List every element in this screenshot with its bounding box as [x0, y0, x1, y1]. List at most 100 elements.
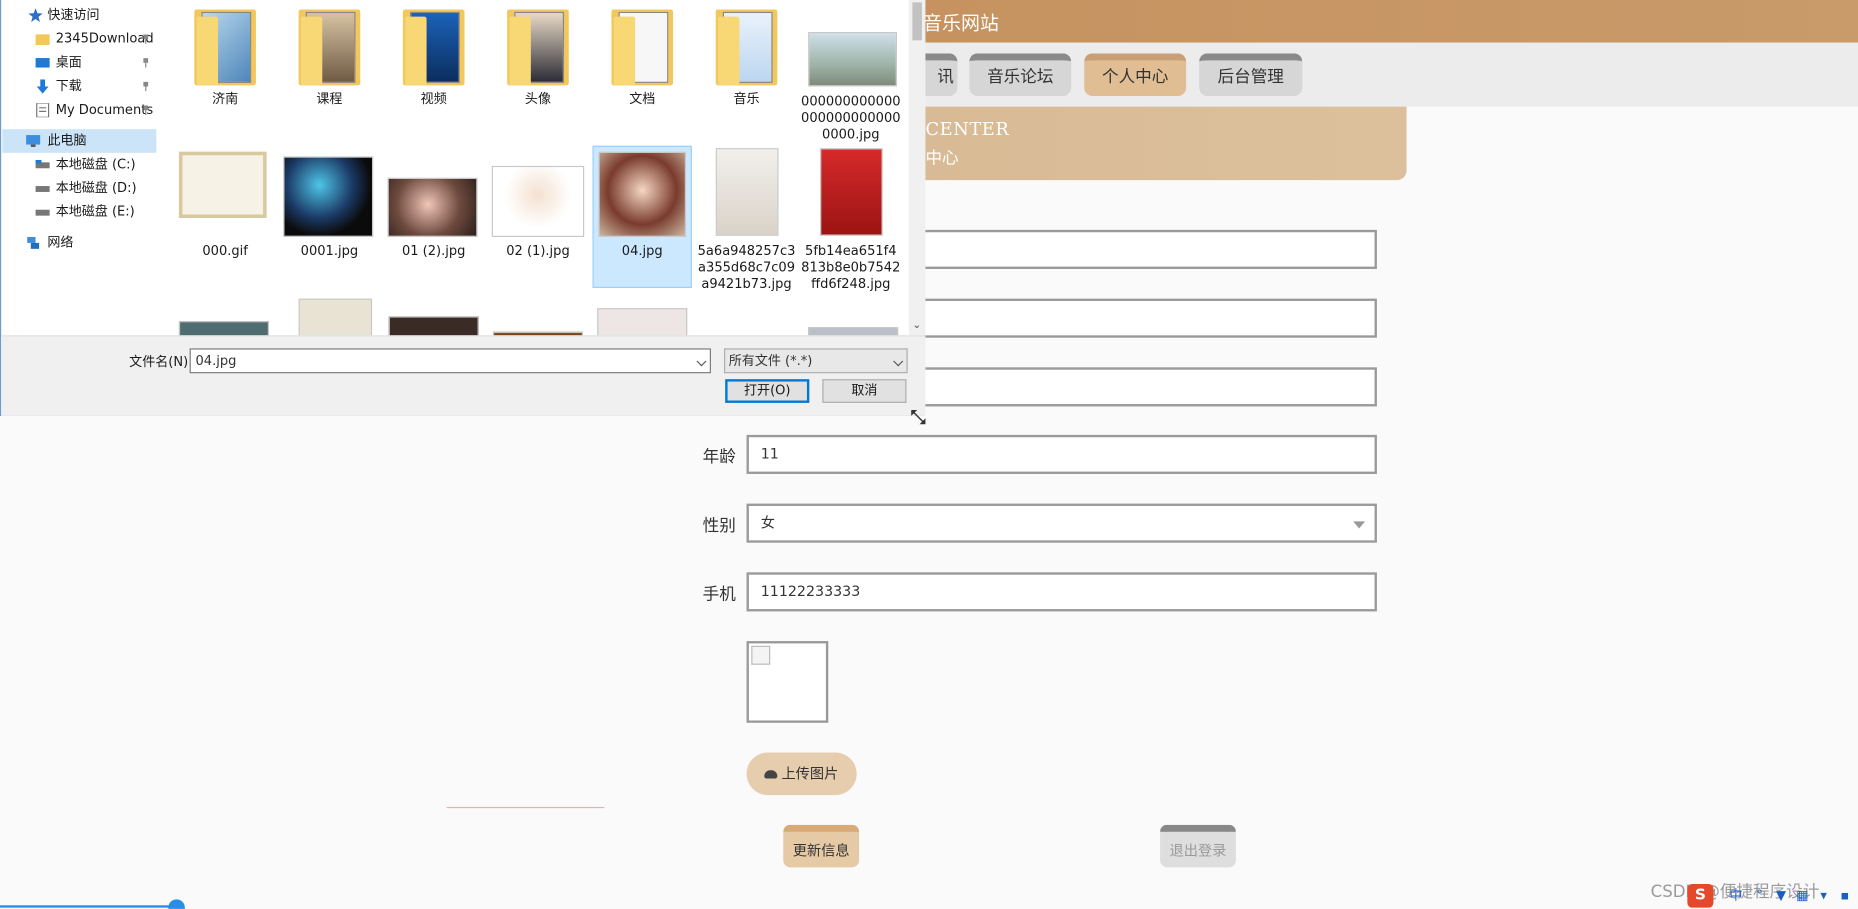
keyboard-icon[interactable]: ▦	[1794, 888, 1811, 905]
scrollbar[interactable]: ⌄	[908, 0, 926, 336]
chevron-down-icon	[1353, 521, 1366, 529]
folder-tile[interactable]: 头像	[488, 0, 588, 142]
punctuation-icon[interactable]: °	[1751, 888, 1768, 905]
microphone-icon[interactable]: ▼	[1773, 888, 1790, 905]
pin-icon	[143, 58, 149, 68]
gender-select-value: 女	[760, 514, 775, 531]
image-thumbnail[interactable]	[178, 321, 269, 336]
site-title: 音乐网站	[923, 11, 999, 35]
nav-drive-e[interactable]: 本地磁盘 (E:)	[2, 200, 156, 224]
gender-select[interactable]: 女	[746, 503, 1377, 543]
filename-value: 04.jpg	[195, 353, 237, 369]
image-thumbnail[interactable]	[808, 327, 899, 336]
open-button[interactable]: 打开(O)	[725, 379, 810, 403]
drive-icon	[35, 209, 50, 216]
cancel-button-label: 取消	[851, 382, 878, 399]
folder-tile[interactable]: 课程	[280, 0, 380, 142]
nav-drive-label: 本地磁盘 (C:)	[55, 156, 136, 172]
avatar-preview	[746, 641, 829, 723]
folder-tile[interactable]: 文档	[592, 0, 692, 142]
folder-tile[interactable]: 音乐	[697, 0, 797, 142]
nav-tab-admin[interactable]: 后台管理	[1199, 53, 1303, 96]
file-open-dialog: 快速访问 2345Download 桌面 下载 My Documents 此电脑…	[0, 0, 926, 416]
nav-tab-news-label: 讯	[937, 67, 954, 87]
nav-pinned-2345download[interactable]: 2345Download	[2, 27, 156, 51]
shirt-icon[interactable]: ▾	[1815, 888, 1832, 905]
image-thumbnail	[808, 31, 898, 87]
resize-cursor-icon[interactable]	[910, 409, 927, 426]
dialog-footer: 文件名(N): 04.jpg 所有文件 (*.*) 打开(O) 取消	[1, 335, 926, 416]
nav-this-pc-label: 此电脑	[47, 132, 87, 149]
filename-input[interactable]: 04.jpg	[189, 348, 711, 374]
nav-drive-d[interactable]: 本地磁盘 (D:)	[2, 177, 156, 201]
banner-title-cn: 中心	[925, 149, 959, 169]
image-thumbnail[interactable]	[388, 316, 479, 336]
folder-tile[interactable]: 视频	[384, 0, 484, 142]
gender-label: 性别	[702, 516, 736, 536]
image-thumbnail[interactable]	[298, 298, 373, 336]
nav-tab-music-forum-label: 音乐论坛	[987, 67, 1054, 87]
screen: 音乐网站 讯 音乐论坛 个人中心 后台管理 CENTER 中心 年龄 11 性别…	[0, 0, 1858, 909]
scroll-down-icon[interactable]: ⌄	[912, 320, 921, 332]
star-icon	[28, 8, 43, 23]
age-input[interactable]: 11	[746, 434, 1377, 474]
file-name: 01 (2).jpg	[401, 242, 466, 259]
document-icon	[36, 103, 50, 118]
image-thumbnail[interactable]	[597, 308, 688, 336]
download-arrow-icon	[36, 79, 49, 94]
upload-image-button[interactable]: 上传图片	[746, 752, 857, 796]
nav-pinned-label: 桌面	[55, 54, 82, 70]
logout-button[interactable]: 退出登录	[1160, 824, 1236, 868]
file-tile[interactable]: 02 (1).jpg	[488, 146, 588, 288]
nav-pinned-label: 下载	[55, 78, 82, 94]
nav-pinned-downloads[interactable]: 下载	[2, 75, 156, 99]
divider	[446, 806, 605, 809]
phone-input[interactable]: 11122233333	[746, 572, 1377, 612]
broken-image-icon	[751, 645, 771, 665]
ime-mode-icon[interactable]: 中	[1728, 888, 1745, 905]
nav-quick-access-label: 快速访问	[47, 7, 100, 23]
chevron-down-icon	[893, 356, 904, 367]
nav-quick-access[interactable]: 快速访问	[2, 4, 156, 28]
folder-name: 课程	[316, 91, 343, 107]
cloud-upload-icon	[764, 770, 778, 779]
nav-pinned-desktop[interactable]: 桌面	[2, 51, 156, 75]
nav-network[interactable]: 网络	[2, 231, 156, 255]
file-name: 04.jpg	[621, 242, 663, 259]
filetype-value: 所有文件 (*.*)	[728, 353, 813, 369]
nav-drive-c[interactable]: 本地磁盘 (C:)	[2, 153, 156, 177]
filetype-select[interactable]: 所有文件 (*.*)	[724, 348, 908, 374]
nav-drive-label: 本地磁盘 (E:)	[55, 203, 135, 220]
file-tile[interactable]: 000.gif	[175, 146, 275, 288]
file-tile[interactable]: 0001.jpg	[280, 146, 380, 288]
toolbox-icon[interactable]: ▪	[1837, 888, 1854, 905]
open-button-label: 打开(O)	[744, 382, 791, 399]
update-info-button[interactable]: 更新信息	[783, 824, 860, 868]
system-tray: S 中 ° ▼ ▦ ▾ ▪	[1687, 883, 1858, 909]
nav-this-pc[interactable]: 此电脑	[2, 129, 157, 153]
file-name: 5a6a948257c3a355d68c7c09a9421b73.jpg	[697, 242, 796, 292]
nav-tab-music-forum[interactable]: 音乐论坛	[969, 53, 1072, 96]
image-thumbnail	[715, 148, 779, 236]
pin-icon	[143, 34, 149, 44]
nav-tab-personal-center[interactable]: 个人中心	[1084, 53, 1187, 96]
file-tile[interactable]: 5a6a948257c3a355d68c7c09a9421b73.jpg	[697, 146, 797, 291]
file-tile[interactable]: 5fb14ea651f4813b8e0b7542ffd6f248.jpg	[801, 146, 901, 291]
banner-title-en: CENTER	[925, 118, 1010, 140]
scroll-thumb[interactable]	[912, 2, 922, 41]
nav-pinned-label: My Documents	[55, 101, 154, 118]
folder-tile[interactable]: 济南	[175, 0, 275, 142]
nav-tab-admin-label: 后台管理	[1217, 67, 1284, 87]
cancel-button[interactable]: 取消	[822, 379, 907, 403]
file-name: 02 (1).jpg	[506, 242, 570, 259]
chevron-down-icon[interactable]	[696, 356, 707, 367]
logout-label: 退出登录	[1169, 842, 1227, 860]
file-tile-selected[interactable]: 04.jpg	[592, 145, 693, 288]
file-tile[interactable]: 0000000000000000000000000000.jpg	[801, 0, 901, 142]
ime-icon[interactable]: S	[1687, 883, 1714, 908]
file-tile[interactable]: 01 (2).jpg	[384, 146, 484, 288]
desktop-icon	[35, 58, 50, 68]
update-info-label: 更新信息	[792, 842, 850, 860]
nav-pinned-my-documents[interactable]: My Documents	[2, 98, 156, 122]
nav-pinned-label: 2345Download	[55, 30, 154, 47]
